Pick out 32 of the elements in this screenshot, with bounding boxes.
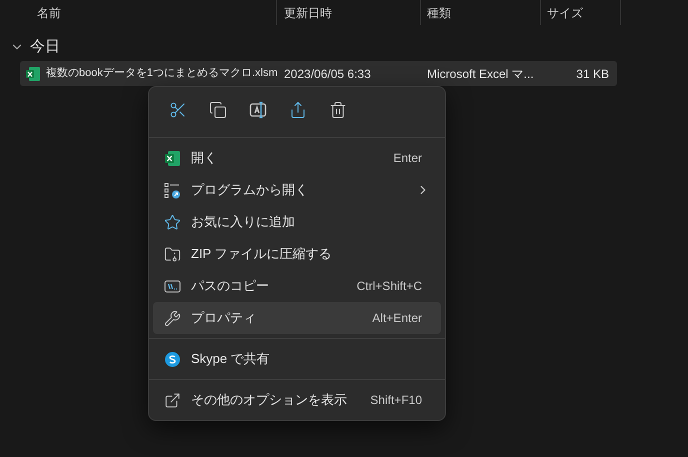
group-header: 今日 (30, 36, 60, 57)
wrench-icon (164, 310, 181, 326)
delete-icon[interactable] (329, 101, 347, 119)
menu-item[interactable]: Skype で共有 (153, 343, 441, 375)
file-row[interactable]: 複数のbookデータを1つにまとめるマクロ.xlsm 2023/06/05 6:33 Microsoft Excel マ... 31 KB (20, 61, 617, 86)
more-options-icon (164, 392, 181, 408)
menu-item[interactable]: パスのコピー Ctrl+Shift+C (153, 270, 441, 302)
column-header[interactable]: 名前 (37, 4, 61, 22)
rename-icon[interactable] (249, 101, 267, 119)
star-icon (164, 214, 181, 230)
menu-item[interactable]: ZIP ファイルに圧縮する (153, 238, 441, 270)
menu-item[interactable]: お気に入りに追加 (153, 206, 441, 238)
file-name: 複数のbookデータを1つにまとめるマクロ.xlsm (46, 66, 278, 82)
menu-item[interactable]: プログラムから開く (153, 174, 441, 206)
zip-folder-icon (164, 246, 181, 262)
app-list-icon (164, 182, 181, 198)
skype-icon (164, 350, 181, 368)
modified-date: 2023/06/05 6:33 (283, 66, 372, 82)
column-header[interactable]: 種類 (427, 4, 451, 22)
path-icon (164, 278, 181, 294)
excel-file-icon (25, 66, 41, 82)
column-header[interactable]: サイズ (547, 4, 583, 22)
file-type: Microsoft Excel マ... (426, 66, 535, 82)
menu-item[interactable]: 開く Enter (153, 142, 441, 174)
menu-item[interactable]: プロパティ Alt+Enter (153, 302, 441, 334)
cut-icon[interactable] (169, 101, 187, 119)
share-icon[interactable] (289, 101, 307, 119)
file-size: 31 KB (575, 66, 609, 82)
column-header[interactable]: 更新日時 (284, 4, 332, 22)
menu-item[interactable]: その他のオプションを表示 Shift+F10 (153, 384, 441, 416)
copy-icon[interactable] (209, 101, 227, 119)
excel-icon (164, 150, 181, 166)
